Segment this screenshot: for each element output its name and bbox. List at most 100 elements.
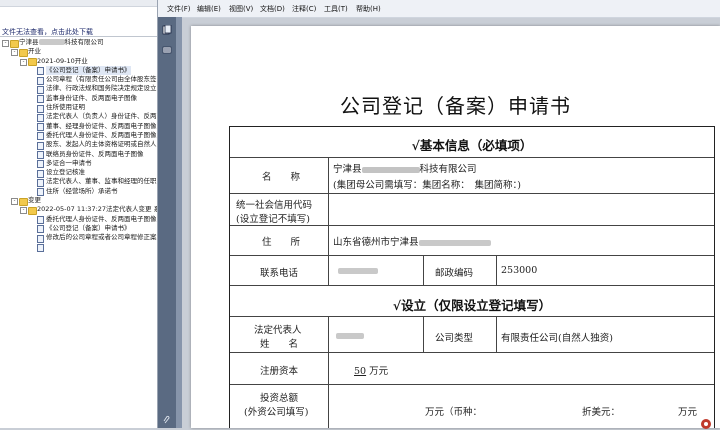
- application-form-table: √基本信息（必填项） 名 称 宁津县 科技有限公司 (集团母公司需填写：集团名称：…: [229, 126, 715, 428]
- document-icon: [37, 67, 44, 76]
- tree-file[interactable]: 监事身份证件、反两面电子图像: [0, 93, 157, 104]
- tree-item-text: 法律、行政法规和国务院决定规定设立: [46, 84, 157, 93]
- menu-item[interactable]: 帮助(H): [356, 4, 381, 14]
- document-icon: [37, 141, 44, 150]
- tree-folder[interactable]: - 变更: [0, 196, 157, 206]
- col-divider: [496, 255, 497, 285]
- tree-file[interactable]: 股东、发起人的主体资格证明或自然人: [0, 140, 157, 150]
- tree-file[interactable]: 董事、经理身份证件、反两面电子图像: [0, 121, 157, 132]
- tree-item-label: 住所（经营场所）承诺书: [46, 187, 118, 196]
- tree-item-text: 公司章程（有限责任公司由全体股东签: [46, 75, 157, 84]
- section-setup-heading: √设立（仅限设立登记填写）: [392, 298, 552, 313]
- value-phone: [338, 265, 378, 276]
- tree-item-label: 开业: [28, 47, 41, 56]
- value-company-name: 宁津县 科技有限公司: [333, 161, 477, 175]
- collapse-toggle-icon[interactable]: -: [20, 58, 27, 66]
- folder-icon: [19, 197, 28, 206]
- label-total-investment-note: (外资公司填写): [244, 407, 309, 418]
- redacted-blur: [38, 39, 65, 45]
- tree-file[interactable]: 法律、行政法规和国务院决定规定设立: [0, 84, 157, 94]
- tree-item-text: 《公司登记（备案）申请书》: [46, 65, 131, 74]
- value-investment-rmb: 万元（币种：: [425, 407, 483, 418]
- tree-file[interactable]: 《公司登记（备案）申请书》: [0, 224, 157, 234]
- tree-file[interactable]: 住所（经营场所）承诺书: [0, 187, 157, 197]
- menu-item[interactable]: 文件(F): [167, 4, 191, 14]
- tree-item-text: 监事身份证件、反两面电子图像: [46, 93, 137, 102]
- tree-file[interactable]: 住所使用证明: [0, 103, 157, 113]
- tree-folder[interactable]: - 2022-05-07 11:37:27法定代表人变更 系: [0, 205, 157, 215]
- document-page: 公司登记（备案）申请书 √基本信息（必填项） 名 称 宁津县 科技有限公司 (集团…: [191, 26, 720, 428]
- collapse-toggle-icon[interactable]: -: [11, 198, 18, 206]
- panel-top-strip: [0, 0, 157, 7]
- folder-icon: [19, 48, 28, 57]
- label-registered-capital: 注册资本: [260, 366, 299, 377]
- menu-item[interactable]: 文档(D): [260, 4, 285, 14]
- col-divider: [328, 157, 329, 285]
- row-divider: [230, 384, 714, 385]
- tree-file[interactable]: 法定代表人、董事、监事和经理的任职: [0, 177, 157, 187]
- value-address-text: 山东省德州市宁津县: [333, 237, 419, 248]
- viewer-gutter: [176, 17, 182, 428]
- value-investment-end: 万元: [678, 407, 698, 418]
- tree-item-label: 2022-05-07 11:37:27法定代表人变更 系: [37, 205, 157, 214]
- tree-item-text: 联络员身份证件、反两面电子图像: [46, 149, 144, 158]
- document-icon: [37, 113, 44, 122]
- label-address: 住 所: [262, 237, 301, 248]
- bookmarks-icon[interactable]: [162, 45, 172, 55]
- tree-item-label: 住所使用证明: [46, 103, 85, 112]
- label-credit-code-note: (设立登记不填写): [236, 214, 310, 225]
- collapse-toggle-icon[interactable]: -: [20, 207, 27, 215]
- folder-icon: [28, 58, 37, 67]
- tree-file[interactable]: 修改后的公司章程或者公司章程修正案: [0, 233, 157, 243]
- label-legal-rep-name: 姓 名: [260, 339, 299, 350]
- value-company-type: 有限责任公司(自然人独资): [501, 333, 613, 344]
- tree-file[interactable]: [0, 243, 157, 253]
- panel-divider: [0, 36, 157, 37]
- redacted-address-blur: [418, 239, 491, 246]
- corner-logo-icon: [701, 419, 711, 429]
- tree-item-label: 2021-09-10开业: [37, 57, 88, 66]
- tree-file[interactable]: 委托代理人身份证件、反两面电子图像: [0, 214, 157, 225]
- tree-file[interactable]: 多证合一申请书: [0, 158, 157, 169]
- document-icon: [37, 234, 44, 243]
- collapse-toggle-icon[interactable]: -: [11, 49, 18, 57]
- menu-item[interactable]: 视图(V): [229, 4, 253, 14]
- col-divider: [423, 316, 424, 352]
- tree-item-label: 变更: [28, 196, 41, 205]
- section-basic-info-heading: √基本信息（必填项）: [411, 138, 533, 153]
- document-icon: [37, 160, 44, 169]
- value-investment-usd: 折美元：: [582, 407, 621, 418]
- tree-item-label: 宁津县 科技有限公司: [19, 38, 104, 47]
- label-total-investment: 投资总额: [260, 393, 299, 404]
- collapse-toggle-icon[interactable]: -: [2, 40, 9, 47]
- tree-item-text: 修改后的公司章程或者公司章程修正案: [46, 233, 157, 242]
- tree-item-text: 委托代理人身份证件、反两面电子图像: [46, 130, 157, 139]
- tree-folder[interactable]: - 2021-09-10开业: [0, 57, 157, 67]
- tree-item-text: 董事、经理身份证件、反两面电子图像: [46, 121, 157, 130]
- tree-item-text: 多证合一申请书: [46, 158, 92, 167]
- document-icon: [37, 225, 44, 234]
- label-postcode: 邮政编码: [435, 268, 474, 279]
- menu-item[interactable]: 编辑(E): [197, 4, 221, 14]
- tree-item-text: 开业: [28, 47, 41, 56]
- document-icon: [37, 169, 44, 178]
- value-registered-capital: 50 万元: [354, 363, 388, 377]
- tree-file[interactable]: 委托代理人身份证件、反两面电子图像: [0, 130, 157, 141]
- pages-icon[interactable]: [162, 25, 172, 35]
- menu-item[interactable]: 注释(C): [292, 4, 316, 14]
- tree-item-text: 委托代理人身份证件、反两面电子图像: [46, 214, 157, 223]
- tree-item-label: 股东、发起人的主体资格证明或自然人: [46, 140, 157, 149]
- menu-item[interactable]: 工具(T): [324, 4, 348, 14]
- tree-folder[interactable]: - 开业: [0, 47, 157, 57]
- tree-item-label: 法定代表人（负责人）身份证件、反两: [46, 112, 157, 121]
- tree-file[interactable]: 联络员身份证件、反两面电子图像: [0, 149, 157, 160]
- document-icon: [37, 244, 44, 253]
- tree-file[interactable]: 法定代表人（负责人）身份证件、反两: [0, 112, 157, 122]
- label-company-name: 名 称: [262, 172, 301, 183]
- row-divider: [230, 316, 714, 317]
- tree-file[interactable]: 《公司登记（备案）申请书》: [0, 65, 157, 76]
- tree-folder[interactable]: - 宁津县 科技有限公司: [0, 38, 157, 48]
- label-credit-code: 统一社会信用代码: [236, 200, 313, 211]
- attachment-icon[interactable]: [162, 415, 172, 425]
- value-address: 山东省德州市宁津县: [333, 234, 491, 248]
